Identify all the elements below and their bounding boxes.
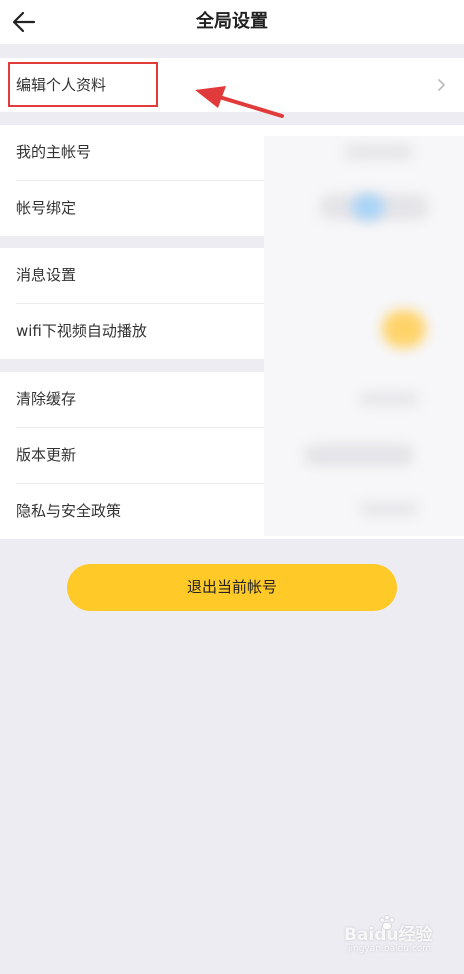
watermark-url: jingyan.baidu.com — [348, 944, 432, 954]
settings-item-label: 消息设置 — [16, 266, 77, 284]
blurred-value — [352, 194, 384, 220]
settings-item-label: 我的主帐号 — [16, 143, 92, 161]
header-bar: 全局设置 — [0, 0, 464, 44]
logout-button[interactable]: 退出当前帐号 — [67, 564, 397, 611]
annotation-highlight-box — [8, 62, 158, 107]
paw-icon — [379, 914, 395, 931]
blurred-value — [359, 502, 419, 516]
settings-item-label: 帐号绑定 — [16, 199, 77, 217]
blurred-toggle — [382, 310, 426, 348]
page-title: 全局设置 — [196, 11, 268, 32]
blurred-value — [359, 392, 419, 406]
blurred-value — [344, 144, 414, 160]
settings-item-label: 清除缓存 — [16, 390, 77, 408]
blurred-region — [264, 136, 464, 536]
baidu-watermark: Baidu经验 jingyan.baidu.com — [344, 914, 444, 960]
annotation-arrow-icon — [195, 86, 284, 118]
chevron-right-icon — [438, 79, 445, 91]
blurred-value — [304, 444, 414, 466]
settings-item-label: 隐私与安全政策 — [16, 502, 122, 520]
settings-item-label: 版本更新 — [16, 446, 77, 464]
settings-item-label: wifi下视频自动播放 — [16, 322, 147, 340]
